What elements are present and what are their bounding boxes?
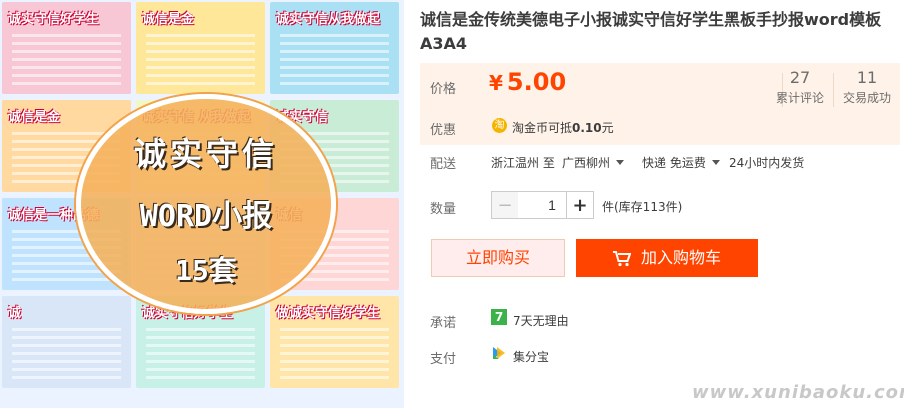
- payment-label: 支付: [430, 352, 457, 367]
- poster-text-lines: [146, 328, 255, 380]
- reviews-label: 累计评论: [775, 91, 824, 105]
- price-amount: 5.00: [506, 68, 567, 96]
- currency-symbol: ¥: [489, 71, 503, 95]
- poster-text-lines: [280, 34, 389, 86]
- discount-suffix: 元: [601, 121, 614, 135]
- chevron-down-icon: [616, 160, 625, 165]
- poster-title: 诚实守信好学生: [8, 12, 100, 27]
- buy-now-button[interactable]: 立即购买: [431, 239, 565, 277]
- chevron-down-icon: [711, 160, 720, 165]
- taobao-coin-icon: 淘: [492, 118, 507, 133]
- promise-row: 承诺 7 7天无理由: [420, 309, 900, 331]
- poster-text-lines: [12, 34, 121, 86]
- add-to-cart-button[interactable]: 加入购物车: [576, 239, 758, 277]
- collection-badge: 诚实守信 WORD小报 15套: [76, 94, 336, 314]
- product-title: 诚信是金传统美德电子小报诚实守信好学生黑板手抄报word模板A3A4: [420, 10, 882, 53]
- ship-method-select[interactable]: 快递 免运费: [642, 154, 720, 171]
- add-to-cart-label: 加入购物车: [640, 248, 721, 267]
- discount-prefix: 淘金币可抵: [512, 121, 573, 135]
- badge-line-2: WORD小报: [139, 199, 273, 234]
- badge-line-1: 诚实守信: [133, 135, 278, 173]
- seven-day-return-icon: 7: [491, 309, 507, 325]
- ship-dispatch: 24小时内发货: [729, 156, 805, 170]
- ship-from: 浙江温州 至: [491, 156, 555, 170]
- poster-title: 诚信是金: [142, 12, 195, 27]
- quantity-decrease-button[interactable]: −: [491, 191, 519, 219]
- poster-text-lines: [146, 34, 255, 86]
- price-value: ¥5.00: [489, 68, 566, 96]
- poster-text-lines: [12, 328, 121, 380]
- product-main-image[interactable]: 诚实守信好学生诚信是金诚实守信从我做起诚信是金诚实守信 从我做起诚实守信诚信是一…: [0, 0, 404, 408]
- ship-to-select[interactable]: 广西柳州: [562, 154, 625, 171]
- ship-to: 广西柳州: [562, 156, 611, 170]
- shipping-row: 配送 浙江温州 至 广西柳州 快递 免运费 24小时内发货: [420, 152, 900, 172]
- payment-link[interactable]: 集分宝: [513, 348, 549, 365]
- reviews-count: 27: [789, 68, 811, 87]
- watermark: www.xunibaoku.com: [692, 382, 904, 403]
- discount-label: 优惠: [430, 123, 457, 138]
- discount-text: 淘金币可抵0.10元: [512, 119, 614, 136]
- quantity-increase-button[interactable]: +: [566, 191, 594, 219]
- payment-row: 支付 集分宝: [420, 345, 900, 367]
- poster-thumbnail: 诚实守信从我做起: [270, 2, 399, 94]
- quantity-row: 数量 − + 件(库存113件): [420, 191, 900, 221]
- poster-thumbnail: 诚: [2, 296, 131, 388]
- reviews-stat[interactable]: 27 累计评论: [767, 67, 833, 107]
- trades-label: 交易成功: [842, 91, 891, 105]
- poster-thumbnail: 做诚实守信好学生: [270, 296, 399, 388]
- poster-title: 诚实守信从我做起: [276, 12, 381, 27]
- poster-thumbnail: 诚实守信好学生: [2, 2, 131, 94]
- trades-stat[interactable]: 11 交易成功: [834, 67, 900, 107]
- shipping-label: 配送: [430, 157, 457, 172]
- poster-title: 诚: [8, 306, 22, 321]
- cart-icon: [612, 251, 632, 267]
- trades-count: 11: [856, 68, 878, 87]
- poster-text-lines: [280, 328, 389, 380]
- price-label: 价格: [430, 82, 457, 97]
- stock-text: 件(库存113件): [602, 200, 683, 214]
- poster-thumbnail: 诚信是金: [136, 2, 265, 94]
- jifenbao-icon: [491, 345, 507, 361]
- price-panel: 价格 ¥5.00 27 累计评论 11 交易成功 优惠 淘 淘金币可抵0.10元: [420, 63, 900, 145]
- badge-line-3: 15套: [175, 254, 237, 287]
- promise-label: 承诺: [430, 316, 457, 331]
- promise-link[interactable]: 7天无理由: [513, 312, 569, 329]
- discount-amount: 0.10: [572, 121, 602, 135]
- poster-title: 做诚实守信好学生: [276, 306, 381, 321]
- ship-method: 快递 免运费: [642, 156, 706, 170]
- quantity-label: 数量: [430, 202, 457, 217]
- poster-title: 诚信是金: [8, 110, 61, 125]
